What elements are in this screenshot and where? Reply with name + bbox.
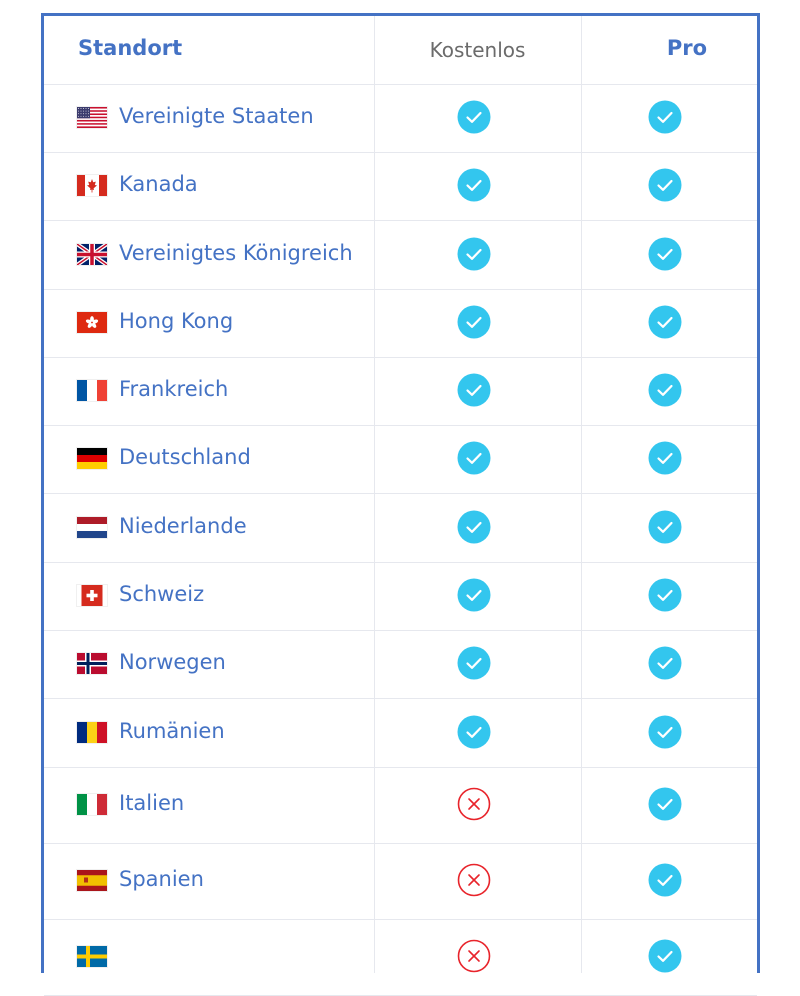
check-circle-icon (648, 715, 682, 749)
table-row: Hong Kong (44, 289, 757, 358)
x-circle-icon (457, 863, 491, 897)
check-circle-icon (457, 100, 491, 134)
country-name: Frankreich (119, 377, 229, 401)
flag-hk-icon (77, 312, 107, 333)
flag-ca-icon (77, 175, 107, 196)
flag-nl-icon (77, 517, 107, 538)
check-circle-icon (648, 373, 682, 407)
flag-se-icon (77, 946, 107, 967)
country-name: Deutschland (119, 445, 251, 469)
check-circle-icon (648, 646, 682, 680)
check-circle-icon (648, 237, 682, 271)
column-divider (581, 16, 582, 973)
table-row: Norwegen (44, 630, 757, 699)
check-circle-icon (457, 305, 491, 339)
flag-us-icon (77, 107, 107, 129)
table-row (44, 919, 757, 996)
check-circle-icon (648, 578, 682, 612)
country-name: Niederlande (119, 514, 247, 538)
header-pro: Pro (666, 36, 708, 60)
check-circle-icon (648, 100, 682, 134)
check-circle-icon (648, 510, 682, 544)
column-divider (374, 16, 375, 973)
check-circle-icon (648, 305, 682, 339)
check-circle-icon (457, 441, 491, 475)
locations-table: Standort Kostenlos Pro Vereinigte Staate… (41, 13, 760, 996)
country-name: Spanien (119, 867, 204, 891)
flag-es-icon (77, 870, 107, 891)
table-header: Standort Kostenlos Pro (44, 16, 757, 85)
table-row: Deutschland (44, 425, 757, 494)
table-row: Italien (44, 767, 757, 844)
table-row: Schweiz (44, 562, 757, 631)
table-row: Vereinigtes Königreich (44, 220, 757, 290)
flag-ch-icon (77, 585, 107, 606)
header-location: Standort (78, 36, 183, 60)
flag-no-icon (77, 653, 107, 674)
check-circle-icon (457, 715, 491, 749)
country-name: Schweiz (119, 582, 205, 606)
header-free: Kostenlos (429, 38, 526, 62)
check-circle-icon (457, 646, 491, 680)
flag-gb-icon (75, 242, 109, 267)
table-row: Frankreich (44, 357, 757, 426)
check-circle-icon (457, 168, 491, 202)
check-circle-icon (457, 510, 491, 544)
check-circle-icon (648, 863, 682, 897)
table-row: Vereinigte Staaten (44, 84, 757, 153)
check-circle-icon (457, 578, 491, 612)
check-circle-icon (648, 441, 682, 475)
flag-de-icon (77, 448, 107, 469)
country-name: Kanada (119, 172, 198, 196)
table-row: Kanada (44, 152, 757, 221)
check-circle-icon (648, 939, 682, 973)
table-row: Rumänien (44, 698, 757, 768)
country-name: Vereinigtes Königreich (119, 241, 353, 265)
country-name: Vereinigte Staaten (119, 104, 314, 128)
country-name: Italien (119, 791, 185, 815)
check-circle-icon (457, 237, 491, 271)
table-row: Niederlande (44, 493, 757, 563)
x-circle-icon (457, 787, 491, 821)
flag-fr-icon (77, 380, 107, 401)
country-name: Norwegen (119, 650, 226, 674)
x-circle-icon (457, 939, 491, 973)
table-row: Spanien (44, 843, 757, 920)
country-name: Rumänien (119, 719, 225, 743)
flag-it-icon (77, 794, 107, 815)
country-name: Hong Kong (119, 309, 234, 333)
check-circle-icon (457, 373, 491, 407)
flag-ro-icon (77, 722, 107, 743)
check-circle-icon (648, 787, 682, 821)
check-circle-icon (648, 168, 682, 202)
